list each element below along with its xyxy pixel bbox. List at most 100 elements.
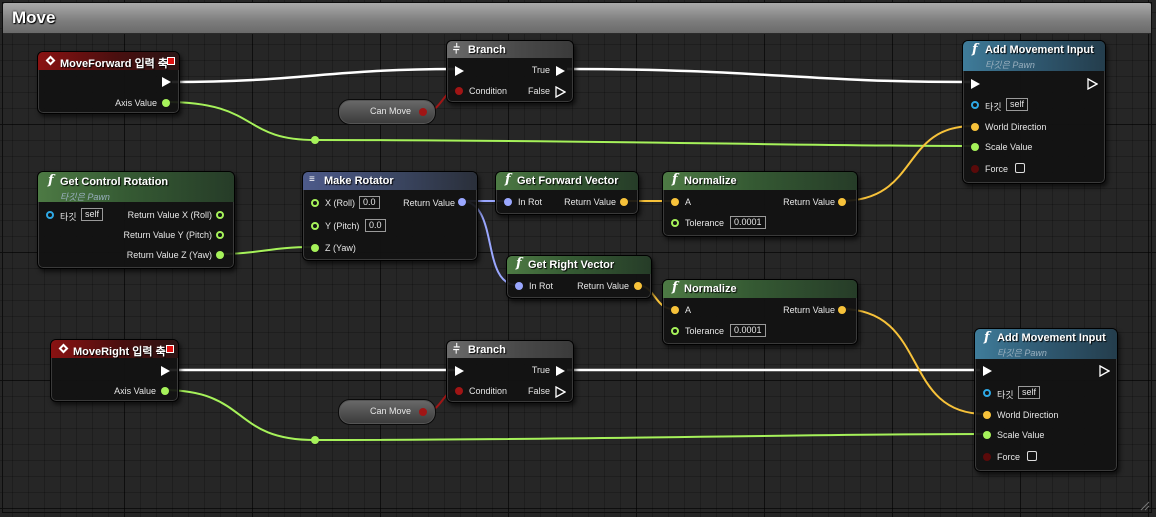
axis-value-pin[interactable] [162,99,170,107]
target-pin[interactable] [971,101,979,109]
can-move-output-pin[interactable] [419,108,427,116]
in-rot-pin[interactable] [504,198,512,206]
return-value-label: Return Value [577,281,629,291]
force-checkbox[interactable] [1015,163,1025,173]
make-rotator-node[interactable]: ≡ Make Rotator X (Roll) 0.0 Y (Pitch) 0.… [302,171,478,261]
exec-input-pin[interactable] [455,366,464,376]
axis-value-pin[interactable] [161,387,169,395]
false-exec-pin[interactable] [555,386,566,398]
return-value-pin[interactable] [838,198,846,206]
node-title: Get Control Rotation [60,176,169,188]
vector-wire [840,125,974,202]
node-title: MoveForward 입력 축 [60,58,168,70]
return-x-pin[interactable] [216,211,224,219]
true-exec-pin[interactable] [556,66,565,76]
float-wire [164,101,974,147]
tolerance-field[interactable]: 0.0001 [730,216,766,229]
blueprint-graph-canvas[interactable]: MoveForward 입력 축 Axis Value ⫩ Branch Tru… [0,0,1156,517]
return-value-pin[interactable] [634,282,642,290]
z-yaw-label: Z (Yaw) [325,243,356,253]
return-value-pin[interactable] [620,198,628,206]
a-pin[interactable] [671,198,679,206]
get-forward-vector-node[interactable]: f Get Forward Vector In Rot Return Value [495,171,639,215]
true-label: True [531,365,550,375]
exec-wire [171,67,456,84]
function-icon: f [516,256,522,271]
scale-value-pin[interactable] [971,143,979,151]
tolerance-pin[interactable] [671,327,679,335]
node-title: Get Right Vector [528,259,615,271]
x-roll-field[interactable]: 0.0 [359,196,380,209]
force-checkbox[interactable] [1027,451,1037,461]
target-value-field[interactable]: self [1018,386,1041,399]
y-pitch-field[interactable]: 0.0 [365,219,386,232]
variable-label: Can Move [370,106,412,116]
can-move-variable-node[interactable]: Can Move [338,399,436,425]
get-control-rotation-node[interactable]: f Get Control Rotation 타깃은 Pawn 타깃 self … [37,171,235,269]
axis-value-label: Axis Value [114,386,156,396]
return-x-label: Return Value X (Roll) [127,210,212,220]
exec-output-pin[interactable] [161,366,170,376]
return-z-pin[interactable] [216,251,224,259]
in-rot-label: In Rot [529,281,554,291]
node-title: Add Movement Input [985,44,1094,56]
in-rot-pin[interactable] [515,282,523,290]
branch-node[interactable]: ⫩ Branch True Condition False [446,40,574,103]
exec-input-pin[interactable] [983,366,992,376]
return-y-pin[interactable] [216,231,224,239]
get-right-vector-node[interactable]: f Get Right Vector In Rot Return Value [506,255,652,299]
exec-output-pin[interactable] [162,77,171,87]
a-label: A [685,305,692,315]
a-pin[interactable] [671,306,679,314]
exec-input-pin[interactable] [455,66,464,76]
false-exec-pin[interactable] [555,86,566,98]
graph-title: Move [12,8,56,27]
true-exec-pin[interactable] [556,366,565,376]
condition-pin[interactable] [455,387,463,395]
force-pin[interactable] [983,453,991,461]
function-icon: f [48,173,54,188]
reroute-knot [311,136,319,144]
target-label: 타깃 [985,102,1002,112]
moveforward-input-axis-node[interactable]: MoveForward 입력 축 Axis Value [37,51,180,114]
target-value-field[interactable]: self [1006,98,1029,111]
can-move-output-pin[interactable] [419,408,427,416]
false-label: False [527,386,550,396]
can-move-variable-node[interactable]: Can Move [338,99,436,125]
return-value-pin[interactable] [838,306,846,314]
target-value-field[interactable]: self [81,208,104,221]
y-pitch-pin[interactable] [311,222,319,230]
force-pin[interactable] [971,165,979,173]
x-roll-pin[interactable] [311,199,319,207]
normalize-node[interactable]: f Normalize A Tolerance 0.0001 Return Va… [662,279,858,345]
world-direction-label: World Direction [985,122,1047,132]
target-label: 타깃 [60,212,77,222]
target-pin[interactable] [46,211,54,219]
condition-pin[interactable] [455,87,463,95]
moveright-input-axis-node[interactable]: MoveRight 입력 축 Axis Value [50,339,179,402]
world-direction-pin[interactable] [971,123,979,131]
exec-output-pin[interactable] [1099,365,1110,377]
normalize-node[interactable]: f Normalize A Tolerance 0.0001 Return Va… [662,171,858,237]
node-title: Normalize [684,175,737,187]
return-y-label: Return Value Y (Pitch) [123,230,212,240]
add-movement-input-node[interactable]: f Add Movement Input 타깃은 Pawn 타깃 self Wo… [962,40,1106,184]
force-label: Force [985,164,1009,174]
add-movement-input-node[interactable]: f Add Movement Input 타깃은 Pawn 타깃 self Wo… [974,328,1118,472]
return-z-label: Return Value Z (Yaw) [126,250,212,260]
branch-node[interactable]: ⫩ Branch True Condition False [446,340,574,403]
world-direction-pin[interactable] [983,411,991,419]
target-pin[interactable] [983,389,991,397]
z-yaw-pin[interactable] [311,244,319,252]
return-value-pin[interactable] [458,198,466,206]
exec-wire [566,67,971,84]
tolerance-pin[interactable] [671,219,679,227]
exec-input-pin[interactable] [971,79,980,89]
exec-output-pin[interactable] [1087,78,1098,90]
tolerance-field[interactable]: 0.0001 [730,324,766,337]
tolerance-label: Tolerance [685,218,725,228]
function-icon: f [984,330,990,345]
scale-value-pin[interactable] [983,431,991,439]
function-icon: f [672,280,678,295]
resize-grip-icon[interactable] [1138,499,1150,511]
